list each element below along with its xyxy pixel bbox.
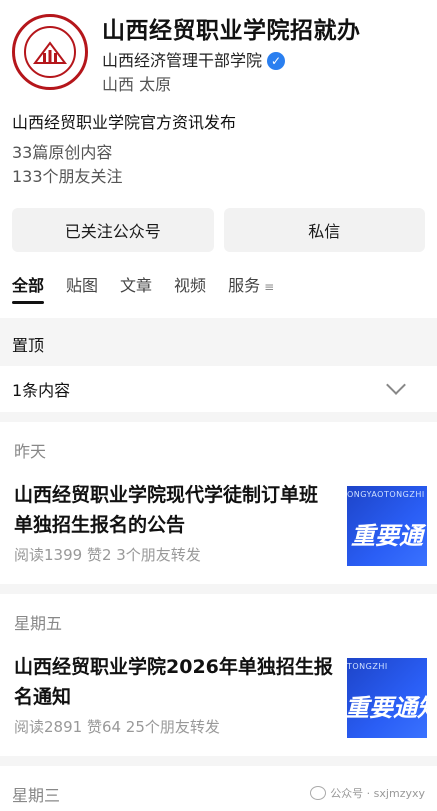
building-icon — [33, 41, 67, 64]
menu-icon: ≡ — [264, 280, 275, 294]
account-intro: 山西经贸职业学院官方资讯发布 — [12, 113, 237, 132]
account-header: 山西经贸职业学院招就办 山西经济管理干部学院 ✓ 山西 太原 山西经贸职业学院官… — [0, 0, 437, 318]
account-location: 山西 太原 — [102, 75, 172, 94]
verified-badge-icon[interactable]: ✓ — [267, 52, 286, 70]
post-thumbnail[interactable]: ONGYAOTONGZHI 重要通 — [347, 486, 427, 566]
content-tabs: 全部 贴图 文章 视频 服务 ≡ — [12, 272, 425, 318]
post-title[interactable]: 山西经贸职业学院2026年单独招生报名通知 — [14, 652, 335, 712]
pinned-count: 1条内容 — [12, 381, 71, 400]
post-meta: 阅读2891 赞64 25个朋友转发 — [14, 718, 220, 736]
post-card[interactable]: 星期五 山西经贸职业学院2026年单独招生报名通知 阅读2891 赞64 25个… — [0, 594, 437, 756]
thumb-caption: TONGZHI — [347, 662, 388, 671]
account-stats: 33篇原创内容 133个朋友关注 — [12, 142, 425, 188]
tab-services[interactable]: 服务 ≡ — [228, 272, 274, 304]
org-name: 山西经济管理干部学院 — [102, 51, 263, 70]
tab-services-label: 服务 — [228, 276, 261, 295]
wechat-icon — [310, 786, 327, 800]
account-org[interactable]: 山西经济管理干部学院 ✓ — [102, 50, 361, 72]
post-thumbnail[interactable]: TONGZHI 重要通知 — [347, 658, 427, 738]
action-buttons: 已关注公众号 私信 — [12, 208, 425, 252]
tab-images[interactable]: 贴图 — [66, 272, 98, 304]
thumb-text: 重要通 — [351, 522, 423, 550]
pinned-content-bar[interactable]: 1条内容 — [0, 366, 437, 412]
tab-videos[interactable]: 视频 — [174, 272, 206, 304]
watermark-text: 公众号 · sxjmzyxy — [330, 787, 425, 800]
logo-emblem — [24, 26, 76, 78]
followed-button[interactable]: 已关注公众号 — [12, 208, 214, 252]
account-avatar[interactable] — [12, 14, 88, 90]
watermark: 公众号 · sxjmzyxy — [310, 785, 425, 801]
profile-section: 山西经贸职业学院招就办 山西经济管理干部学院 ✓ 山西 太原 — [12, 14, 425, 96]
pinned-label: 置顶 — [0, 318, 437, 366]
post-card[interactable]: 昨天 山西经贸职业学院现代学徒制订单班单独招生报名的公告 阅读1399 赞2 3… — [0, 422, 437, 584]
thumb-caption: ONGYAOTONGZHI — [347, 490, 425, 499]
post-item[interactable]: 山西经贸职业学院2026年单独招生报名通知 阅读2891 赞64 25个朋友转发… — [14, 652, 427, 738]
chevron-down-icon — [386, 375, 406, 395]
tab-all[interactable]: 全部 — [12, 272, 45, 304]
thumb-text: 重要通知 — [347, 694, 427, 722]
followers-count[interactable]: 133个朋友关注 — [12, 166, 425, 188]
post-date: 星期五 — [14, 614, 63, 633]
tab-articles[interactable]: 文章 — [120, 272, 152, 304]
post-title[interactable]: 山西经贸职业学院现代学徒制订单班单独招生报名的公告 — [14, 480, 335, 540]
message-button[interactable]: 私信 — [223, 208, 425, 252]
account-name: 山西经贸职业学院招就办 — [102, 18, 361, 44]
post-meta: 阅读1399 赞2 3个朋友转发 — [14, 546, 201, 564]
original-count[interactable]: 33篇原创内容 — [12, 142, 425, 164]
post-date: 昨天 — [14, 442, 47, 461]
post-item[interactable]: 山西经贸职业学院现代学徒制订单班单独招生报名的公告 阅读1399 赞2 3个朋友… — [14, 480, 427, 566]
